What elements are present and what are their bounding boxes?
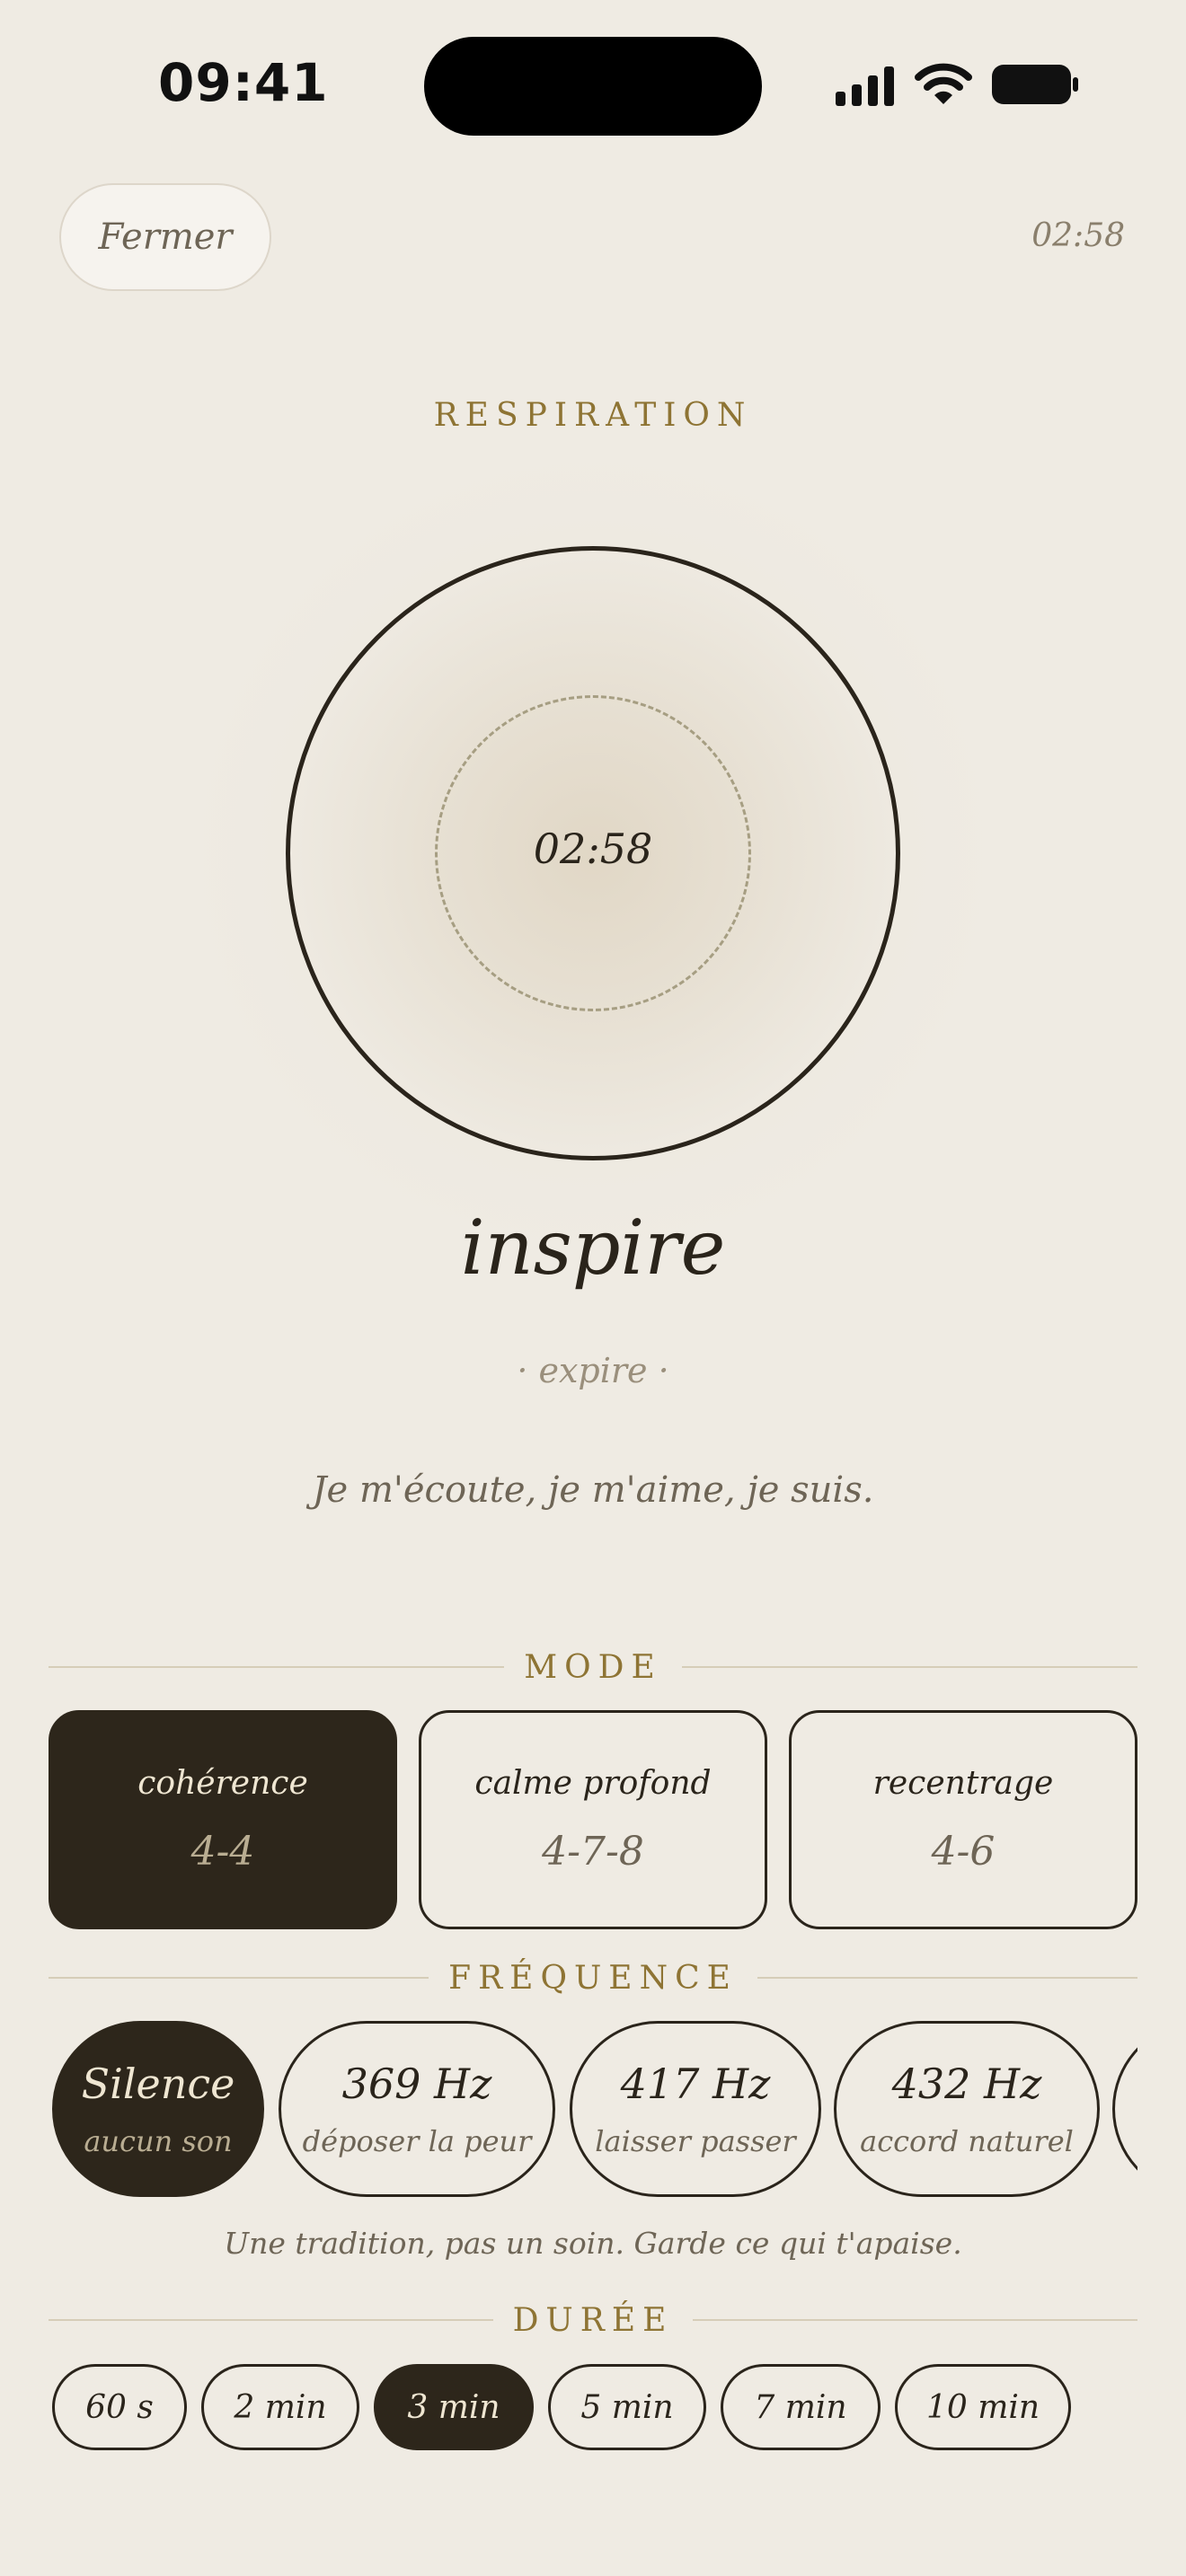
battery-icon: [992, 65, 1078, 104]
mode-option-recentrage[interactable]: recentrage 4-6: [789, 1710, 1137, 1929]
frequency-option-value: 432 Hz: [891, 2060, 1042, 2108]
duration-option-2min[interactable]: 2 min: [201, 2364, 359, 2450]
frequency-option-369[interactable]: 369 Hz déposer la peur: [279, 2021, 555, 2197]
mode-option-ratio: 4-6: [931, 1829, 996, 1875]
frequency-title: FRÉQUENCE: [448, 1959, 738, 1997]
duration-option-3min[interactable]: 3 min: [374, 2364, 534, 2450]
mode-divider: MODE: [49, 1640, 1137, 1694]
breathing-title: RESPIRATION: [433, 397, 753, 434]
frequency-option-desc: aucun son: [84, 2124, 233, 2158]
frequency-option-432[interactable]: 432 Hz accord naturel: [834, 2021, 1100, 2197]
breath-phase: inspire: [460, 1204, 726, 1292]
frequency-option-desc: accord naturel: [860, 2124, 1074, 2158]
duration-option-5min[interactable]: 5 min: [548, 2364, 706, 2450]
frequency-option-value: Silence: [81, 2060, 235, 2108]
duration-option-7min[interactable]: 7 min: [721, 2364, 881, 2450]
frequency-option-next[interactable]: [1112, 2021, 1137, 2197]
mode-option-calme-profond[interactable]: calme profond 4-7-8: [419, 1710, 767, 1929]
status-icons: [834, 63, 1080, 106]
session-timer: 02:58: [1031, 217, 1125, 254]
frequency-option-desc: déposer la peur: [302, 2124, 532, 2158]
mode-title: MODE: [524, 1648, 662, 1686]
mode-option-name: recentrage: [872, 1765, 1054, 1802]
duration-divider: DURÉE: [49, 2293, 1137, 2347]
frequency-note: Une tradition, pas un soin. Garde ce qui…: [224, 2226, 962, 2261]
affirmation: Je m'écoute, je m'aime, je suis.: [312, 1469, 874, 1511]
breath-center-timer: 02:58: [533, 825, 653, 873]
duration-option-10min[interactable]: 10 min: [895, 2364, 1071, 2450]
close-button[interactable]: Fermer: [59, 183, 271, 291]
dynamic-island: [424, 37, 762, 136]
mode-option-ratio: 4-4: [190, 1829, 255, 1875]
frequency-divider: FRÉQUENCE: [49, 1951, 1138, 2005]
next-breath-phase: · expire ·: [517, 1351, 669, 1390]
frequency-option-value: 417 Hz: [620, 2060, 771, 2108]
duration-option-60s[interactable]: 60 s: [52, 2364, 187, 2450]
frequency-option-desc: laisser passer: [595, 2124, 796, 2158]
duration-title: DURÉE: [512, 2301, 674, 2339]
mode-option-ratio: 4-7-8: [542, 1829, 644, 1875]
mode-option-name: calme profond: [474, 1765, 712, 1802]
mode-option-name: cohérence: [137, 1765, 308, 1802]
frequency-option-417[interactable]: 417 Hz laisser passer: [570, 2021, 821, 2197]
mode-option-coherence[interactable]: cohérence 4-4: [49, 1710, 397, 1929]
status-time: 09:41: [158, 52, 329, 113]
frequency-option-silence[interactable]: Silence aucun son: [52, 2021, 264, 2197]
signal-icon: [836, 66, 894, 106]
frequency-option-value: 369 Hz: [341, 2060, 492, 2108]
wifi-icon: [915, 63, 972, 104]
frequency-scroller[interactable]: Silence aucun son 369 Hz déposer la peur…: [52, 2021, 1137, 2197]
